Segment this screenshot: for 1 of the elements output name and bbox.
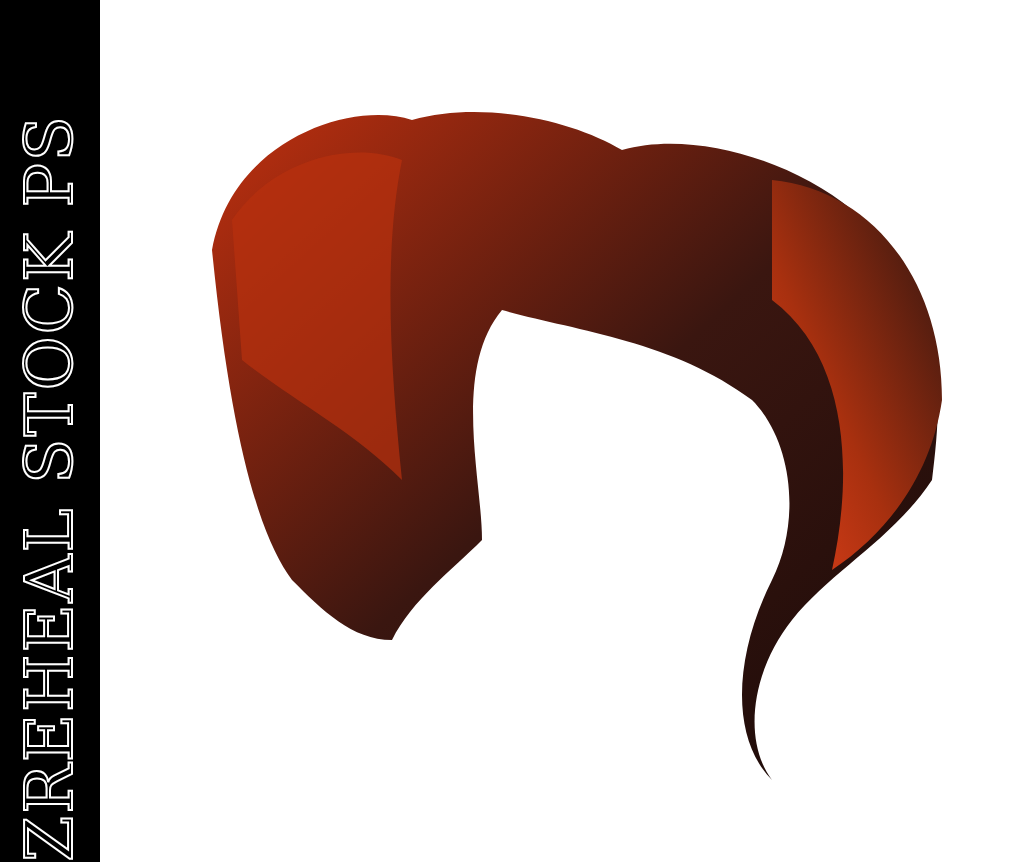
banner-title: ZREHEAL STOCK PS [10, 114, 89, 862]
